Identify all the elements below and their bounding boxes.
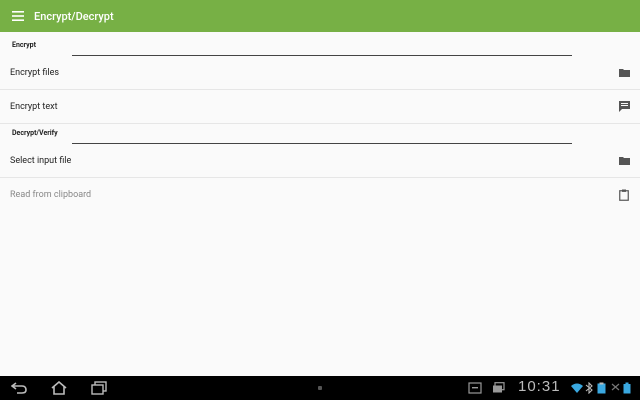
folder-icon bbox=[618, 155, 630, 167]
list-item-label: Select input file bbox=[10, 155, 72, 166]
system-nav-bar: 10:31 bbox=[0, 376, 640, 400]
bluetooth-icon bbox=[584, 380, 594, 396]
clock: 10:31 bbox=[518, 378, 561, 395]
read-from-clipboard-item[interactable]: Read from clipboard bbox=[0, 178, 640, 211]
list-item-label: Encrypt text bbox=[10, 101, 58, 112]
app-bar: Encrypt/Decrypt bbox=[0, 0, 640, 32]
encrypt-text-item[interactable]: Encrypt text bbox=[0, 90, 640, 124]
section-label: Decrypt/Verify bbox=[12, 129, 58, 137]
clipboard-icon bbox=[618, 189, 630, 201]
message-icon bbox=[618, 101, 630, 113]
list-item-label: Encrypt files bbox=[10, 67, 60, 78]
encrypt-files-item[interactable]: Encrypt files bbox=[0, 56, 640, 90]
menu-icon[interactable] bbox=[2, 0, 34, 32]
section-header-decrypt: Decrypt/Verify bbox=[0, 124, 640, 144]
battery-icon bbox=[622, 380, 632, 396]
nav-dot bbox=[318, 386, 322, 390]
recent-apps-icon[interactable] bbox=[90, 380, 108, 396]
list-item-label: Read from clipboard bbox=[10, 189, 92, 200]
home-icon[interactable] bbox=[50, 380, 68, 396]
screenshot-icon[interactable] bbox=[466, 380, 484, 396]
signal-icon bbox=[610, 380, 620, 396]
folder-icon bbox=[618, 67, 630, 79]
gallery-icon[interactable] bbox=[490, 380, 508, 396]
section-label: Encrypt bbox=[12, 41, 36, 49]
main-content: Encrypt Encrypt files Encrypt text Decry… bbox=[0, 32, 640, 376]
section-header-encrypt: Encrypt bbox=[0, 32, 640, 56]
back-icon[interactable] bbox=[10, 380, 28, 396]
clipboard-status-icon bbox=[596, 380, 606, 396]
page-title: Encrypt/Decrypt bbox=[34, 9, 114, 23]
select-input-file-item[interactable]: Select input file bbox=[0, 144, 640, 178]
